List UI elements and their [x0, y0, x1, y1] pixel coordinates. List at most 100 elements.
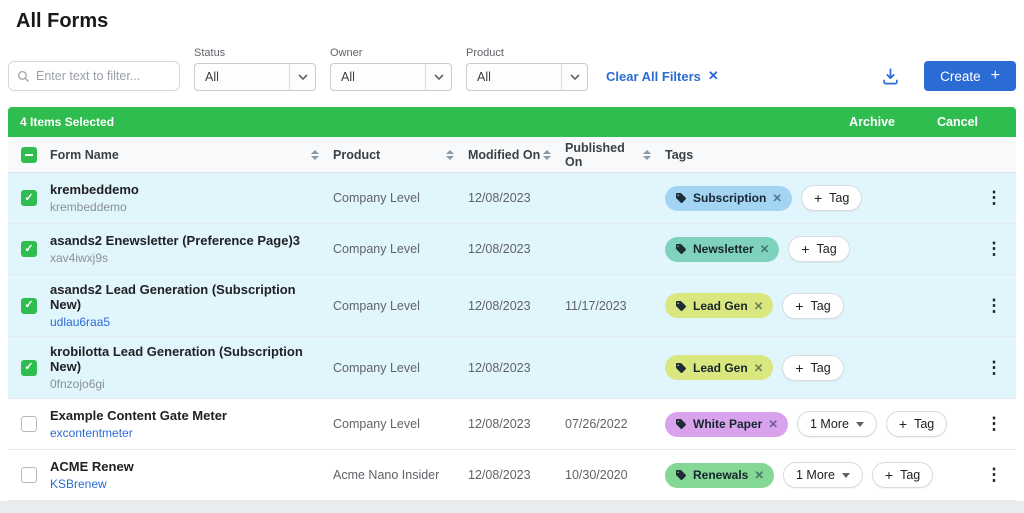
tag-pill: Lead Gen ✕ [665, 355, 773, 380]
table-body: krembeddemo krembeddemo Company Level 12… [8, 173, 1016, 501]
status-select-value: All [205, 70, 219, 84]
tag-icon [675, 192, 687, 204]
tag-pill: Lead Gen ✕ [665, 293, 773, 318]
modified-on-cell: 12/08/2023 [468, 468, 565, 482]
add-tag-button[interactable]: + Tag [801, 185, 862, 211]
sort-icon[interactable] [643, 150, 651, 160]
kebab-menu-icon[interactable]: ⋮ [986, 188, 1003, 208]
status-select[interactable]: All [194, 63, 316, 91]
product-filter-label: Product [466, 47, 588, 59]
chevron-down-icon [561, 64, 587, 90]
published-on-cell: 10/30/2020 [565, 468, 665, 482]
chevron-down-icon [425, 64, 451, 90]
tag-close-icon[interactable]: ✕ [760, 242, 770, 256]
table-row: asands2 Lead Generation (Subscription Ne… [8, 275, 1016, 337]
plus-icon: + [814, 190, 822, 206]
select-all-checkbox[interactable] [21, 147, 37, 163]
published-on-cell: 07/26/2022 [565, 417, 665, 431]
plus-icon: + [885, 467, 893, 483]
add-tag-button[interactable]: + Tag [788, 236, 849, 262]
column-header-product[interactable]: Product [333, 148, 468, 162]
plus-icon: + [801, 241, 809, 257]
form-id[interactable]: udlau6raa5 [50, 315, 323, 329]
clear-all-filters-label: Clear All Filters [606, 69, 701, 84]
filter-group-status: Status All [194, 47, 316, 91]
row-checkbox[interactable] [21, 190, 37, 206]
selection-count: 4 Items Selected [20, 115, 114, 129]
plus-icon: + [795, 360, 803, 376]
modified-on-cell: 12/08/2023 [468, 361, 565, 375]
form-name: ACME Renew [50, 459, 323, 474]
archive-button[interactable]: Archive [849, 115, 895, 129]
tag-close-icon[interactable]: ✕ [754, 361, 764, 375]
product-select[interactable]: All [466, 63, 588, 91]
form-id[interactable]: KSBrenew [50, 477, 323, 491]
row-checkbox[interactable] [21, 360, 37, 376]
tag-label: Lead Gen [693, 299, 748, 313]
product-select-value: All [477, 70, 491, 84]
add-tag-button[interactable]: + Tag [872, 462, 933, 488]
create-button[interactable]: Create + [924, 61, 1016, 91]
form-id[interactable]: excontentmeter [50, 426, 323, 440]
form-id[interactable]: krembeddemo [50, 200, 323, 214]
form-id[interactable]: xav4iwxj9s [50, 251, 323, 265]
tag-label: Newsletter [693, 242, 754, 256]
tag-icon [675, 469, 687, 481]
add-tag-button[interactable]: + Tag [782, 293, 843, 319]
product-cell: Company Level [333, 191, 468, 205]
column-header-form-name[interactable]: Form Name [50, 148, 333, 162]
column-header-modified-on[interactable]: Modified On [468, 148, 565, 162]
tag-close-icon[interactable]: ✕ [768, 417, 778, 431]
kebab-menu-icon[interactable]: ⋮ [986, 296, 1003, 316]
status-filter-label: Status [194, 47, 316, 59]
download-button[interactable] [881, 67, 900, 86]
modified-on-cell: 12/08/2023 [468, 299, 565, 313]
tag-close-icon[interactable]: ✕ [772, 191, 782, 205]
owner-select[interactable]: All [330, 63, 452, 91]
search-input[interactable] [36, 69, 171, 83]
sort-icon[interactable] [311, 150, 319, 160]
row-checkbox[interactable] [21, 241, 37, 257]
sort-icon[interactable] [446, 150, 454, 160]
sort-icon[interactable] [543, 150, 551, 160]
tag-close-icon[interactable]: ✕ [754, 299, 764, 313]
row-checkbox[interactable] [21, 467, 37, 483]
add-tag-button[interactable]: + Tag [782, 355, 843, 381]
tag-icon [675, 243, 687, 255]
filter-group-product: Product All [466, 47, 588, 91]
kebab-menu-icon[interactable]: ⋮ [986, 358, 1003, 378]
tag-label: Lead Gen [693, 361, 748, 375]
tags-cell: Renewals ✕ 1 More + Tag [665, 462, 972, 488]
plus-icon: + [795, 298, 803, 314]
published-on-cell: 11/17/2023 [565, 299, 665, 313]
column-header-published-on[interactable]: Published On [565, 141, 665, 169]
table-row: Example Content Gate Meter excontentmete… [8, 399, 1016, 450]
chevron-down-icon [842, 473, 850, 478]
tag-icon [675, 362, 687, 374]
modified-on-cell: 12/08/2023 [468, 191, 565, 205]
add-tag-button[interactable]: + Tag [886, 411, 947, 437]
form-name: asands2 Lead Generation (Subscription Ne… [50, 282, 323, 312]
tags-cell: White Paper ✕ 1 More + Tag [665, 411, 972, 437]
search-icon [17, 70, 30, 83]
kebab-menu-icon[interactable]: ⋮ [986, 239, 1003, 259]
more-button[interactable]: 1 More [797, 411, 877, 437]
plus-icon: + [991, 68, 1000, 84]
row-checkbox[interactable] [21, 416, 37, 432]
chevron-down-icon [289, 64, 315, 90]
clear-all-filters-link[interactable]: Clear All Filters ✕ [606, 68, 719, 84]
tag-pill: Subscription ✕ [665, 186, 792, 211]
tags-cell: Newsletter ✕ + Tag [665, 236, 972, 262]
kebab-menu-icon[interactable]: ⋮ [986, 465, 1003, 485]
cancel-button[interactable]: Cancel [937, 115, 978, 129]
form-id[interactable]: 0fnzojo6gi [50, 377, 323, 391]
table-row: krobilotta Lead Generation (Subscription… [8, 337, 1016, 399]
tag-icon [675, 418, 687, 430]
tag-icon [675, 300, 687, 312]
tag-close-icon[interactable]: ✕ [754, 468, 764, 482]
tag-label: Renewals [693, 468, 748, 482]
row-checkbox[interactable] [21, 298, 37, 314]
kebab-menu-icon[interactable]: ⋮ [986, 414, 1003, 434]
close-icon: ✕ [708, 68, 719, 84]
more-button[interactable]: 1 More [783, 462, 863, 488]
